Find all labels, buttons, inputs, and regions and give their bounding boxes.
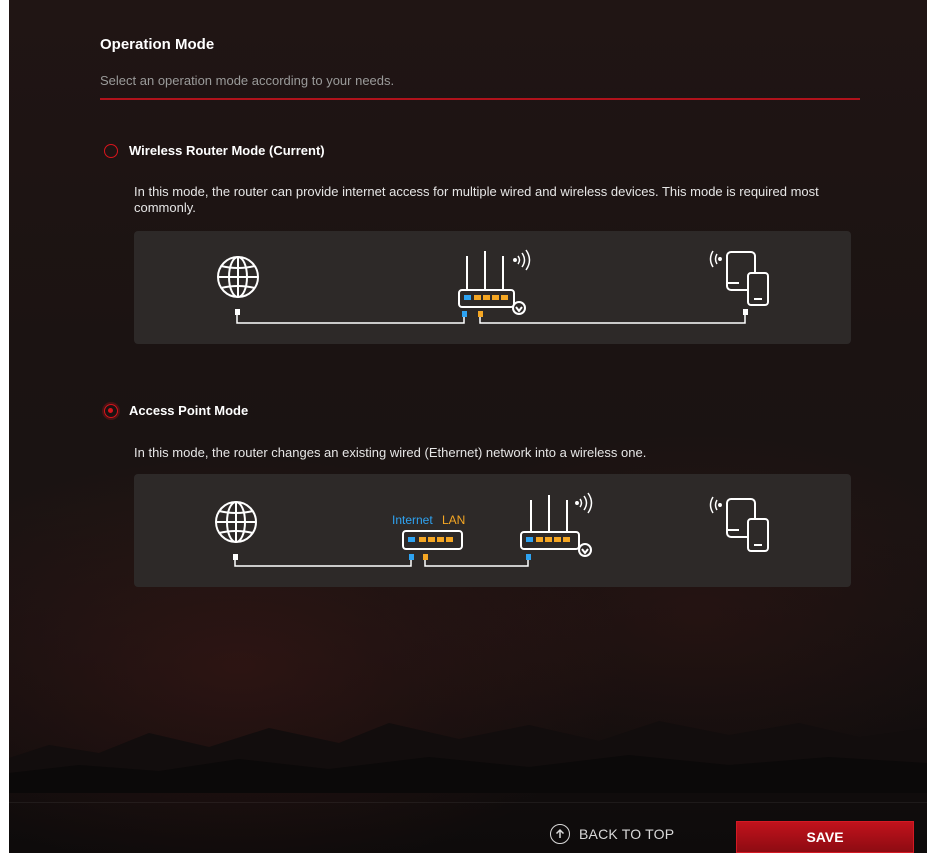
router-ports — [464, 295, 508, 300]
globe-icon — [217, 256, 259, 298]
access-point-label[interactable]: Access Point Mode — [129, 403, 248, 418]
devices-icon — [726, 498, 769, 552]
globe-icon — [215, 501, 257, 543]
router-icon — [520, 495, 592, 557]
access-point-description: In this mode, the router changes an exis… — [134, 445, 647, 460]
internet-port-label: Internet — [392, 513, 433, 527]
save-button[interactable]: SAVE — [736, 821, 914, 853]
wireless-router-diagram — [134, 231, 851, 344]
access-point-radio[interactable] — [104, 403, 118, 418]
device-signal-icon — [709, 250, 722, 268]
cable-internet — [234, 560, 412, 567]
back-to-top-label[interactable]: BACK TO TOP — [579, 826, 674, 842]
cable-internet — [236, 315, 465, 324]
mode-option-wireless-router[interactable]: Wireless Router Mode (Current) — [104, 143, 325, 158]
arrow-up-circle-icon[interactable] — [550, 824, 570, 844]
wireless-router-label[interactable]: Wireless Router Mode (Current) — [129, 143, 325, 158]
wireless-signal-icon — [575, 492, 593, 514]
router-ports — [526, 537, 570, 542]
lan-port-label: LAN — [442, 513, 465, 527]
back-to-top-link[interactable]: BACK TO TOP — [550, 824, 674, 844]
devices-icon — [726, 251, 769, 306]
cable-lan — [424, 560, 529, 567]
page-title: Operation Mode — [100, 36, 215, 53]
switch-icon — [402, 530, 463, 550]
page-subtitle: Select an operation mode according to yo… — [100, 73, 395, 88]
cable-lan — [479, 315, 746, 324]
title-divider — [100, 98, 860, 100]
wireless-router-radio[interactable] — [104, 143, 118, 158]
page-background: Operation Mode Select an operation mode … — [9, 0, 927, 853]
access-point-diagram: Internet LAN — [134, 474, 851, 587]
mode-option-access-point[interactable]: Access Point Mode — [104, 403, 248, 418]
wireless-router-description: In this mode, the router can provide int… — [134, 184, 819, 215]
device-signal-icon — [709, 496, 722, 514]
background-landscape — [9, 721, 927, 793]
wireless-signal-icon — [513, 249, 531, 271]
footer-divider — [9, 802, 927, 803]
